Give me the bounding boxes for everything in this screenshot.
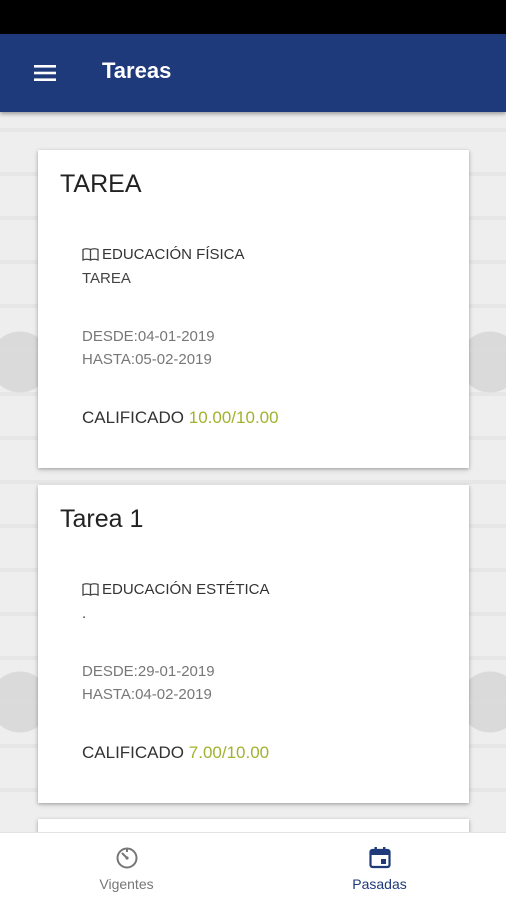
nav-label: Pasadas — [352, 876, 407, 892]
book-icon — [82, 248, 99, 261]
nav-tab-pasadas[interactable]: Pasadas — [253, 833, 506, 900]
calendar-icon — [369, 847, 391, 869]
bottom-navigation: Vigentes Pasadas — [0, 832, 506, 900]
menu-button[interactable] — [26, 56, 64, 90]
task-card[interactable]: Tarea 1 EDUCACIÓN ESTÉTICA . DESDE:29-01… — [38, 485, 469, 803]
book-icon — [82, 583, 99, 596]
grade-value: 10.00/10.00 — [188, 408, 279, 427]
task-subject: EDUCACIÓN ESTÉTICA — [82, 581, 270, 598]
task-card[interactable]: TAREA EDUCACIÓN FÍSICA TAREA DESDE:04-01… — [38, 150, 469, 468]
task-card-partial[interactable] — [38, 819, 469, 832]
app-bar: Tareas — [0, 34, 506, 112]
grade-status: CALIFICADO — [82, 743, 185, 762]
date-to: HASTA:04-02-2019 — [82, 686, 212, 703]
task-type: . — [82, 605, 87, 622]
grade-status: CALIFICADO — [82, 408, 185, 427]
timer-icon — [116, 847, 138, 869]
subject-label: EDUCACIÓN FÍSICA — [102, 246, 245, 263]
task-subject: EDUCACIÓN FÍSICA — [82, 246, 245, 263]
grade-value: 7.00/10.00 — [188, 743, 270, 762]
task-title: Tarea 1 — [60, 505, 144, 533]
grade-line: CALIFICADO 7.00/10.00 — [82, 743, 269, 763]
grade-line: CALIFICADO 10.00/10.00 — [82, 408, 279, 428]
status-bar — [0, 0, 506, 34]
date-from: DESDE:29-01-2019 — [82, 663, 215, 680]
nav-label: Vigentes — [99, 876, 154, 892]
page-title: Tareas — [102, 58, 172, 83]
nav-tab-vigentes[interactable]: Vigentes — [0, 833, 253, 900]
task-title: TAREA — [60, 170, 142, 198]
date-to: HASTA:05-02-2019 — [82, 351, 212, 368]
menu-icon — [34, 65, 56, 81]
date-from: DESDE:04-01-2019 — [82, 328, 215, 345]
subject-label: EDUCACIÓN ESTÉTICA — [102, 581, 270, 598]
task-list[interactable]: TAREA EDUCACIÓN FÍSICA TAREA DESDE:04-01… — [0, 112, 506, 832]
task-type: TAREA — [82, 270, 131, 287]
